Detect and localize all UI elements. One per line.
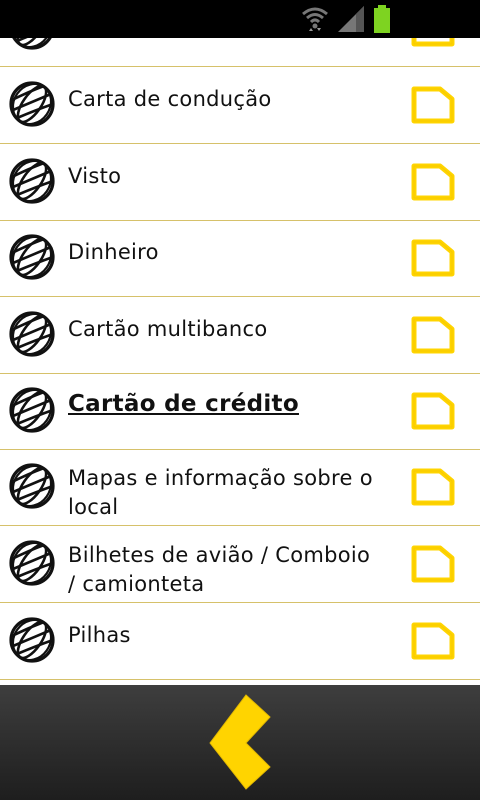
item-label: Cartão multibanco bbox=[68, 317, 268, 341]
list-item[interactable]: Pilhas bbox=[0, 604, 480, 680]
list-item[interactable]: Mapas e informação sobre o local bbox=[0, 450, 480, 526]
item-label: Mapas e informação sobre o local bbox=[68, 466, 373, 519]
checkbox[interactable] bbox=[408, 234, 458, 280]
globe-icon bbox=[8, 539, 56, 587]
battery-icon bbox=[374, 5, 390, 33]
list-item[interactable]: Carta de condução bbox=[0, 68, 480, 144]
globe-icon bbox=[8, 462, 56, 510]
checklist: Carta de condução Visto Dinheiro Cartão … bbox=[0, 38, 480, 685]
checkbox[interactable] bbox=[408, 38, 458, 50]
status-bar bbox=[0, 0, 480, 38]
checkbox[interactable] bbox=[408, 463, 458, 509]
list-item-selected[interactable]: Cartão de crédito bbox=[0, 374, 480, 450]
signal-icon bbox=[338, 6, 364, 32]
bottom-bar bbox=[0, 685, 480, 800]
checkbox[interactable] bbox=[408, 158, 458, 204]
back-button[interactable] bbox=[196, 693, 288, 791]
item-label: Dinheiro bbox=[68, 240, 159, 264]
checkbox[interactable] bbox=[408, 311, 458, 357]
item-label: Visto bbox=[68, 164, 122, 188]
list-item[interactable]: Bilhetes de avião / Comboio / camionteta bbox=[0, 527, 480, 603]
item-label: Carta de condução bbox=[68, 87, 272, 111]
list-item[interactable]: Visto bbox=[0, 145, 480, 221]
globe-icon bbox=[8, 386, 56, 434]
checkbox[interactable] bbox=[408, 81, 458, 127]
globe-icon bbox=[8, 616, 56, 664]
list-item[interactable] bbox=[0, 38, 480, 67]
item-label: Pilhas bbox=[68, 623, 131, 647]
status-icons bbox=[300, 3, 392, 35]
globe-icon bbox=[8, 310, 56, 358]
wifi-icon bbox=[302, 7, 328, 31]
globe-icon bbox=[8, 80, 56, 128]
checkbox[interactable] bbox=[408, 617, 458, 663]
checkbox[interactable] bbox=[408, 387, 458, 433]
list-item[interactable]: Cartão multibanco bbox=[0, 298, 480, 374]
globe-icon bbox=[8, 233, 56, 281]
list-item[interactable]: Dinheiro bbox=[0, 221, 480, 297]
item-label: Bilhetes de avião / Comboio / camionteta bbox=[68, 543, 371, 596]
globe-icon bbox=[8, 157, 56, 205]
item-label: Cartão de crédito bbox=[68, 391, 299, 417]
checkbox[interactable] bbox=[408, 540, 458, 586]
globe-icon bbox=[8, 38, 56, 51]
chevron-left-icon bbox=[209, 694, 271, 790]
